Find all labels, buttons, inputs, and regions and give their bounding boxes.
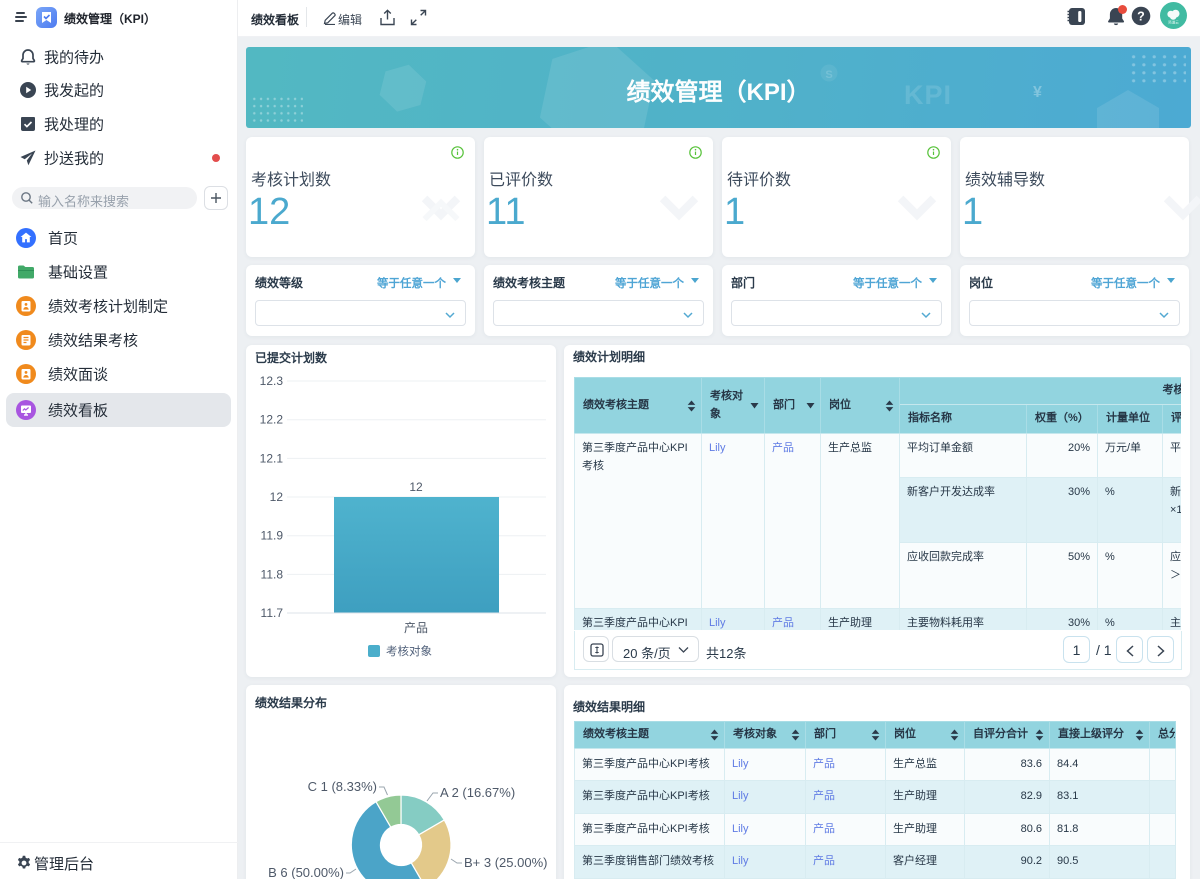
svg-text:简道云: 简道云 bbox=[1168, 20, 1179, 25]
svg-text:12.1: 12.1 bbox=[260, 451, 284, 465]
svg-text:B+ 3 (25.00%): B+ 3 (25.00%) bbox=[464, 855, 547, 870]
svg-text:12: 12 bbox=[270, 490, 284, 504]
svg-text:?: ? bbox=[1137, 9, 1145, 23]
svg-text:11.9: 11.9 bbox=[261, 529, 284, 543]
svg-text:12.3: 12.3 bbox=[260, 374, 284, 388]
svg-text:产品: 产品 bbox=[404, 621, 428, 635]
svg-text:B 6 (50.00%): B 6 (50.00%) bbox=[268, 865, 344, 879]
svg-text:A 2 (16.67%): A 2 (16.67%) bbox=[440, 785, 515, 800]
svg-text:11.7: 11.7 bbox=[261, 606, 284, 620]
svg-text:11.8: 11.8 bbox=[261, 567, 284, 581]
svg-text:考核对象: 考核对象 bbox=[386, 644, 432, 658]
svg-text:12: 12 bbox=[409, 480, 423, 494]
svg-text:C 1 (8.33%): C 1 (8.33%) bbox=[308, 779, 377, 794]
svg-text:12.2: 12.2 bbox=[260, 413, 284, 427]
